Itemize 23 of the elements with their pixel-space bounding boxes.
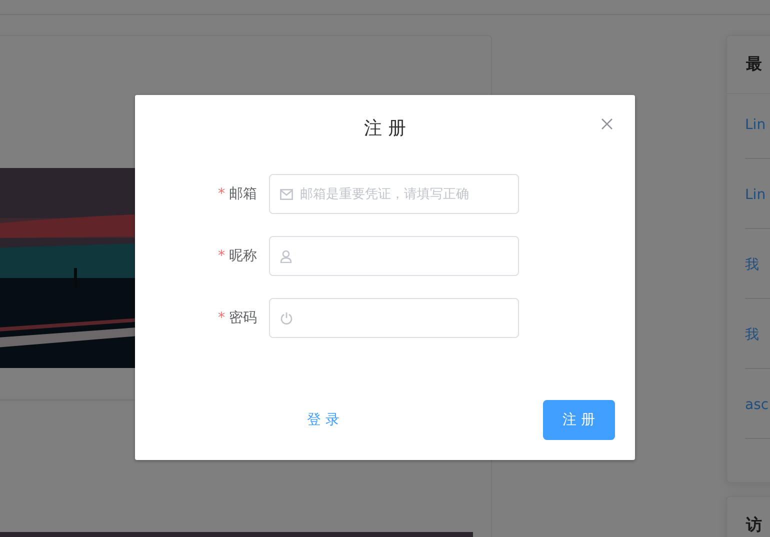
article-link[interactable]: Lin	[745, 114, 766, 136]
card-title: 最	[746, 54, 762, 75]
close-button[interactable]	[599, 116, 615, 132]
required-mark: *	[218, 186, 225, 202]
user-icon	[280, 250, 292, 262]
field-label: * 邮箱	[217, 185, 258, 203]
dialog-title: 注 册	[364, 116, 406, 140]
input-field[interactable]	[269, 298, 519, 338]
power-icon	[280, 312, 293, 324]
article-link[interactable]: 我	[745, 254, 759, 276]
field-label: * 昵称	[217, 247, 258, 265]
article-link[interactable]: asc	[745, 394, 769, 416]
required-mark: *	[218, 248, 225, 264]
input-field[interactable]	[269, 236, 519, 276]
envelope-icon	[280, 188, 293, 200]
card-title: 访	[746, 515, 762, 536]
article-link[interactable]: Lin	[745, 184, 766, 206]
login-link[interactable]: 登 录	[307, 400, 340, 440]
field-label: * 密码	[217, 309, 258, 327]
input-field[interactable]: 邮箱是重要凭证，请填写正确	[269, 174, 519, 214]
required-mark: *	[218, 310, 225, 326]
article-link[interactable]: 我	[745, 324, 759, 346]
register-button[interactable]: 注 册	[542, 400, 615, 440]
